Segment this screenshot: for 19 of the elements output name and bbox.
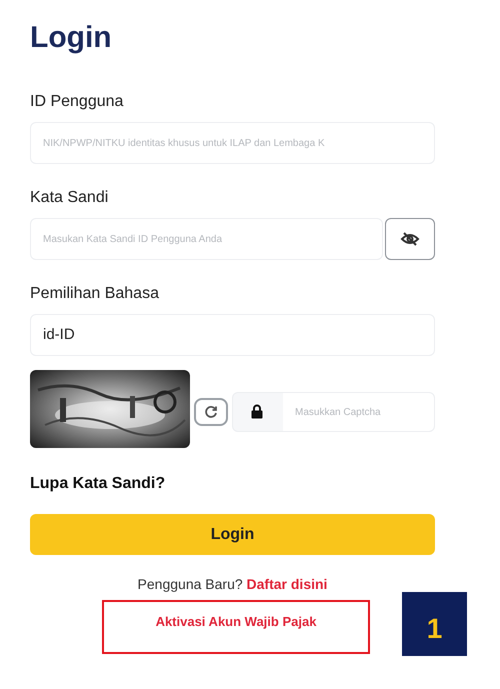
field-label: ID Pengguna <box>30 92 124 112</box>
captcha-field[interactable]: Masukkan Captcha <box>232 392 435 432</box>
field-label: Kata Sandi <box>30 188 110 208</box>
register-prompt: Pengguna Baru? <box>138 576 243 592</box>
register-link[interactable]: Daftar disini <box>246 576 328 592</box>
refresh-captcha-button[interactable] <box>194 398 228 426</box>
refresh-icon <box>204 405 218 419</box>
activation-link[interactable]: Aktivasi Akun Wajib Pajak <box>156 612 316 630</box>
step-badge: 1 <box>402 592 467 656</box>
login-button[interactable]: Login <box>30 514 435 555</box>
page-title: Login <box>30 20 113 56</box>
eye-slash-icon <box>400 231 420 247</box>
field-label: Pemilihan Bahasa <box>30 284 160 304</box>
show-password-button[interactable] <box>385 218 435 260</box>
forgot-password-link[interactable]: Lupa Kata Sandi? <box>30 472 166 496</box>
language-select[interactable]: id-ID <box>30 314 435 356</box>
user-id-field[interactable]: NIK/NPWP/NITKU identitas khusus untuk ILAP dan Lembaga K <box>30 122 435 164</box>
password-field[interactable]: Masukan Kata Sandi ID Pengguna Anda <box>30 218 383 260</box>
lock-icon <box>251 404 263 419</box>
